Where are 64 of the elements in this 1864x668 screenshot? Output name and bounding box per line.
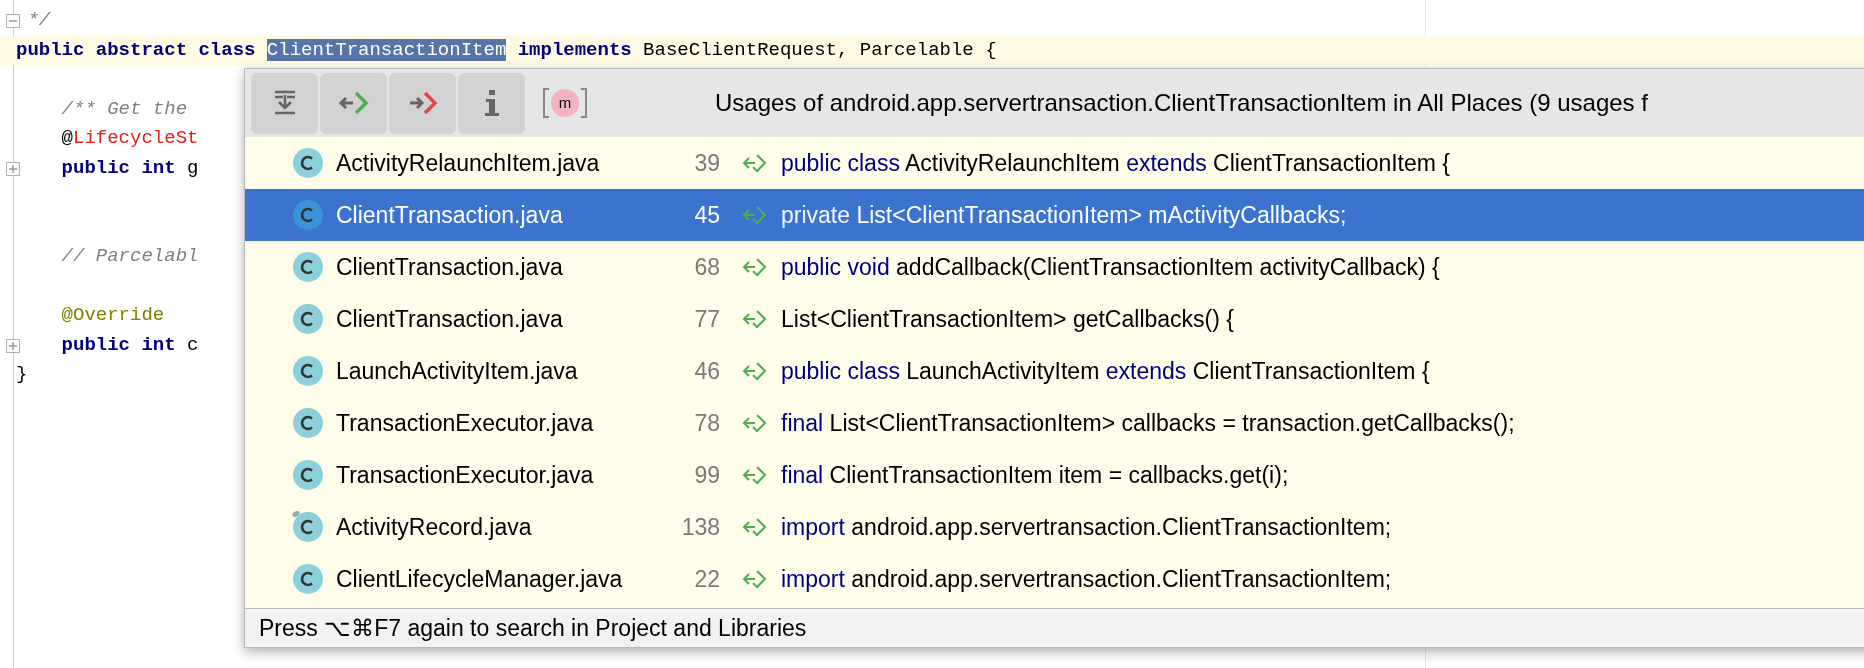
usage-arrow-icon	[742, 309, 768, 329]
toolbar-button[interactable]	[458, 72, 525, 134]
code-line: /** Get the	[60, 97, 188, 120]
code-snippet: private List<ClientTransactionItem> mActivityCallbacks;	[781, 200, 1347, 230]
usage-arrow-icon	[742, 205, 768, 225]
toolbar-button[interactable]	[251, 72, 318, 134]
usage-arrow-icon	[742, 413, 768, 433]
line-number: 68	[693, 252, 720, 282]
line-number: 77	[693, 304, 720, 334]
code-line: public int g	[60, 156, 199, 179]
code-snippet: final List<ClientTransactionItem> callbacks = transaction.getCallbacks();	[781, 408, 1515, 438]
file-name: ActivityRelaunchItem.java	[336, 148, 601, 178]
line-number: 46	[693, 356, 720, 386]
file-name: ClientTransaction.java	[336, 304, 564, 334]
code-line: // Parcelabl	[60, 245, 199, 267]
usage-arrow-icon	[742, 569, 768, 589]
line-number: 45	[693, 200, 720, 230]
usage-arrow-icon	[742, 153, 768, 173]
code-snippet: final ClientTransactionItem item = callbacks.get(i);	[781, 460, 1289, 490]
code-snippet: import android.app.servertransaction.ClientTransactionItem;	[781, 564, 1392, 594]
arrow-left-icon	[337, 89, 370, 117]
line-number: 39	[693, 148, 720, 178]
code-line: @Override	[60, 304, 165, 326]
line-number: 99	[693, 460, 720, 490]
code-line: */	[26, 9, 51, 31]
file-name: ClientTransaction.java	[336, 200, 564, 230]
fold-expand-icon[interactable]	[6, 338, 20, 353]
file-name: TransactionExecutor.java	[336, 460, 595, 490]
toolbar-button[interactable]	[389, 72, 456, 134]
code-line: }	[16, 363, 28, 385]
usage-row[interactable]: ClientLifecycleManager.java 22 import android.app.servertransaction.ClientTransactionItem;	[245, 553, 1864, 605]
usage-row[interactable]: ClientTransaction.java 77 List<ClientTransactionItem> getCallbacks() {	[245, 293, 1864, 345]
usage-row[interactable]: TransactionExecutor.java 78 final List<ClientTransactionItem> callbacks = transaction.getCallbacks();	[245, 397, 1864, 449]
line-number: 22	[693, 564, 720, 594]
usage-row[interactable]: TransactionExecutor.java 99 final ClientTransactionItem item = callbacks.get(i);	[245, 449, 1864, 501]
file-name: LaunchActivityItem.java	[336, 356, 579, 386]
file-name: ActivityRecord.java	[336, 512, 533, 542]
footer-hint: Press ⌥⌘F7 again to search in Project and Libraries	[259, 613, 807, 643]
code-snippet: public class LaunchActivityItem extends ClientTransactionItem {	[781, 356, 1430, 386]
usage-arrow-icon	[742, 517, 768, 537]
toolbar-button[interactable]	[320, 72, 387, 134]
code-line: @LifecycleSt	[60, 127, 199, 149]
file-name: TransactionExecutor.java	[336, 408, 595, 438]
usage-row[interactable]: ClientTransaction.java 68 public void addCallback(ClientTransactionItem activityCallback) {	[245, 241, 1864, 293]
file-name: ClientTransaction.java	[336, 252, 564, 282]
code-snippet: public class ActivityRelaunchItem extends ClientTransactionItem {	[781, 148, 1451, 178]
line-number: 78	[693, 408, 720, 438]
code-line: public int c	[60, 333, 199, 356]
file-name: ClientLifecycleManager.java	[336, 564, 624, 594]
fold-collapse-icon[interactable]	[6, 14, 20, 28]
code-line: public abstract class ClientTransactionItem implements BaseClientRequest, Parcelable {	[16, 38, 997, 61]
usage-row[interactable]: LaunchActivityItem.java 46 public class LaunchActivityItem extends ClientTransactionItem {	[245, 345, 1864, 397]
code-snippet: List<ClientTransactionItem> getCallbacks() {	[781, 304, 1234, 334]
code-snippet: import android.app.servertransaction.ClientTransactionItem;	[781, 512, 1392, 542]
usage-row[interactable]: ActivityRecord.java 138 import android.app.servertransaction.ClientTransactionItem;	[245, 501, 1864, 553]
usage-row[interactable]: ClientTransaction.java 45 private List<ClientTransactionItem> mActivityCallbacks;	[245, 189, 1864, 241]
line-number: 138	[680, 512, 720, 542]
fold-expand-icon[interactable]	[6, 161, 20, 176]
usage-arrow-icon	[742, 465, 768, 485]
usage-row[interactable]: ActivityRelaunchItem.java 39 public class ActivityRelaunchItem extends ClientTransactionItem {	[245, 137, 1864, 189]
code-snippet: public void addCallback(ClientTransactionItem activityCallback) {	[781, 252, 1440, 282]
usage-arrow-icon	[742, 361, 768, 381]
popup-title: Usages of android.app.servertransaction.ClientTransactionItem in All Places (9 usages f	[715, 88, 1648, 118]
usage-arrow-icon	[742, 257, 768, 277]
